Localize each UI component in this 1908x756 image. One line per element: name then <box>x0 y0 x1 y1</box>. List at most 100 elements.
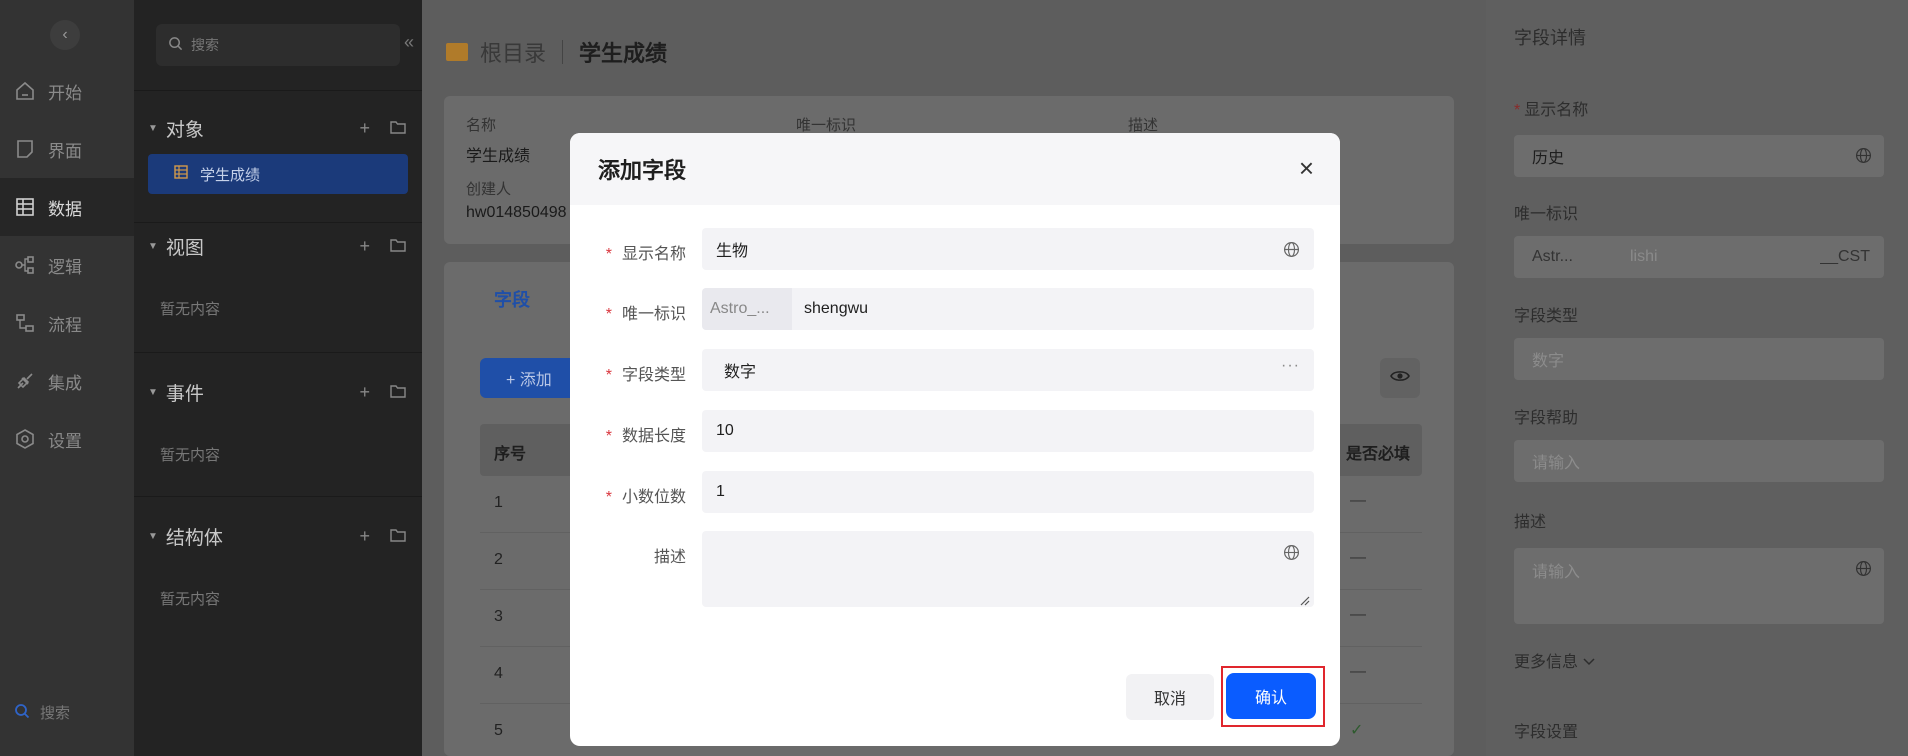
data-length-label: * 数据长度 <box>605 428 686 445</box>
rail-item-start[interactable]: 开始 <box>0 62 134 120</box>
toggle-visibility-button[interactable] <box>1380 358 1420 398</box>
dialog-title: 添加字段 <box>598 158 687 183</box>
detail-title: 字段详情 <box>1514 28 1586 48</box>
unique-id-input[interactable]: shengwu <box>792 288 1314 330</box>
creator-value: hw014850498 <box>466 204 567 221</box>
rail-item-settings[interactable]: 设置 <box>0 410 134 468</box>
folder-icon[interactable] <box>390 382 406 403</box>
search-icon <box>14 703 30 723</box>
rail-item-logic[interactable]: 逻辑 <box>0 236 134 294</box>
detail-desc-textarea[interactable]: 请输入 <box>1514 548 1884 624</box>
field-settings-heading: 字段设置 <box>1514 724 1579 741</box>
add-icon[interactable]: + <box>359 236 370 257</box>
detail-desc-label: 描述 <box>1514 514 1547 531</box>
detail-help-placeholder: 请输入 <box>1532 455 1581 472</box>
table-icon <box>174 165 188 183</box>
description-label: 描述 <box>653 549 686 566</box>
section-header[interactable]: ▼ 对象 + <box>134 108 422 148</box>
detail-help-label: 字段帮助 <box>1514 410 1579 427</box>
display-name-input[interactable]: 生物 <box>702 228 1314 270</box>
close-icon[interactable]: × <box>1299 155 1314 181</box>
chevron-down-icon <box>1582 654 1596 671</box>
column-header-index: 序号 <box>494 446 527 463</box>
resize-handle-icon[interactable] <box>1300 593 1310 606</box>
add-icon[interactable]: + <box>359 118 370 139</box>
folder-icon[interactable] <box>390 118 406 139</box>
field-type-select[interactable]: 数字 ··· <box>702 349 1314 391</box>
row-index: 4 <box>494 665 503 682</box>
rail-item-interface[interactable]: 界面 <box>0 120 134 178</box>
detail-display-name-label: * 显示名称 <box>1514 102 1589 119</box>
detail-field-type-value: 数字 <box>1532 353 1565 370</box>
breadcrumb-separator <box>562 40 564 64</box>
decimals-input[interactable]: 1 <box>702 471 1314 513</box>
row-required: — <box>1350 663 1366 680</box>
row-index: 2 <box>494 551 503 568</box>
section-header[interactable]: ▼ 视图 + <box>134 226 422 266</box>
field-type-value: 数字 <box>724 364 757 381</box>
unique-id-input-group: Astro_... shengwu <box>702 288 1314 330</box>
cancel-button[interactable]: 取消 <box>1126 674 1214 720</box>
rail-item-label: 界面 <box>48 141 82 161</box>
section-title: 对象 <box>165 119 204 141</box>
caret-down-icon: ▼ <box>148 240 158 252</box>
data-length-input[interactable]: 10 <box>702 410 1314 452</box>
unique-id-suffix: __CST <box>1820 248 1870 265</box>
empty-text: 暂无内容 <box>160 300 221 318</box>
rail-item-label: 流程 <box>48 315 82 335</box>
row-required: — <box>1350 492 1366 509</box>
globe-icon[interactable] <box>1855 560 1872 582</box>
rail-item-label: 设置 <box>48 431 82 451</box>
tree-item-label: 学生成绩 <box>200 166 261 184</box>
section-header[interactable]: ▼ 结构体 + <box>134 516 422 556</box>
rail-item-flow[interactable]: 流程 <box>0 294 134 352</box>
section-header[interactable]: ▼ 事件 + <box>134 372 422 412</box>
detail-help-input[interactable]: 请输入 <box>1514 440 1884 482</box>
rail-item-integration[interactable]: 集成 <box>0 352 134 410</box>
detail-field-type-input[interactable]: 数字 <box>1514 338 1884 380</box>
description-textarea[interactable] <box>702 531 1314 607</box>
add-icon[interactable]: + <box>359 526 370 547</box>
detail-unique-id-input[interactable]: Astr... lishi __CST <box>1514 236 1884 278</box>
globe-icon[interactable] <box>1855 147 1872 169</box>
empty-text: 暂无内容 <box>160 590 221 608</box>
row-index: 5 <box>494 722 503 739</box>
eye-icon <box>1390 369 1410 388</box>
globe-icon[interactable] <box>1283 544 1300 566</box>
tree-item-student-scores[interactable]: 学生成绩 <box>148 154 408 194</box>
add-field-button[interactable]: + 添加 <box>480 358 576 398</box>
rail-item-data[interactable]: 数据 <box>0 178 134 236</box>
tab-fields[interactable]: 字段 <box>494 286 530 312</box>
tree-search-input[interactable]: 搜索 <box>156 24 400 66</box>
rail-search-button[interactable]: 搜索 <box>0 702 134 723</box>
globe-icon[interactable] <box>1283 241 1300 263</box>
dialog-header: 添加字段 × <box>570 133 1340 205</box>
divider <box>134 352 422 353</box>
section-title: 事件 <box>165 383 204 405</box>
object-tree-panel: 搜索 « ▼ 对象 + 学生成绩 ▼ 视图 + 暂无内容 ▼ 事件 + 暂无内容… <box>134 0 422 756</box>
decimals-label: * 小数位数 <box>605 489 686 506</box>
unique-id-prefix: Astr... <box>1532 248 1573 265</box>
folder-icon[interactable] <box>390 526 406 547</box>
caret-down-icon: ▼ <box>148 122 158 134</box>
app-rail: ‹ 开始 界面 数据 逻辑 流程 集成 设置 搜索 <box>0 0 134 756</box>
breadcrumb-root[interactable]: 根目录 <box>480 36 546 68</box>
folder-icon[interactable] <box>390 236 406 257</box>
data-length-value: 10 <box>716 422 734 439</box>
detail-field-type-label: 字段类型 <box>1514 308 1579 325</box>
section-title: 视图 <box>165 237 204 259</box>
more-info-toggle[interactable]: 更多信息 <box>1514 648 1596 672</box>
breadcrumb: 根目录 学生成绩 <box>446 36 667 68</box>
collapse-panel-icon[interactable]: « <box>404 32 414 53</box>
search-placeholder: 搜索 <box>191 37 219 53</box>
breadcrumb-current: 学生成绩 <box>579 41 668 66</box>
page-icon <box>12 136 38 162</box>
collapse-rail-button[interactable]: ‹ <box>50 20 80 50</box>
detail-display-name-input[interactable]: 历史 <box>1514 135 1884 177</box>
row-index: 3 <box>494 608 503 625</box>
add-icon[interactable]: + <box>359 382 370 403</box>
section-events: ▼ 事件 + 暂无内容 <box>134 372 422 474</box>
row-required: ✓ <box>1350 722 1364 739</box>
confirm-button[interactable]: 确认 <box>1226 673 1316 719</box>
more-icon[interactable]: ··· <box>1281 357 1300 375</box>
